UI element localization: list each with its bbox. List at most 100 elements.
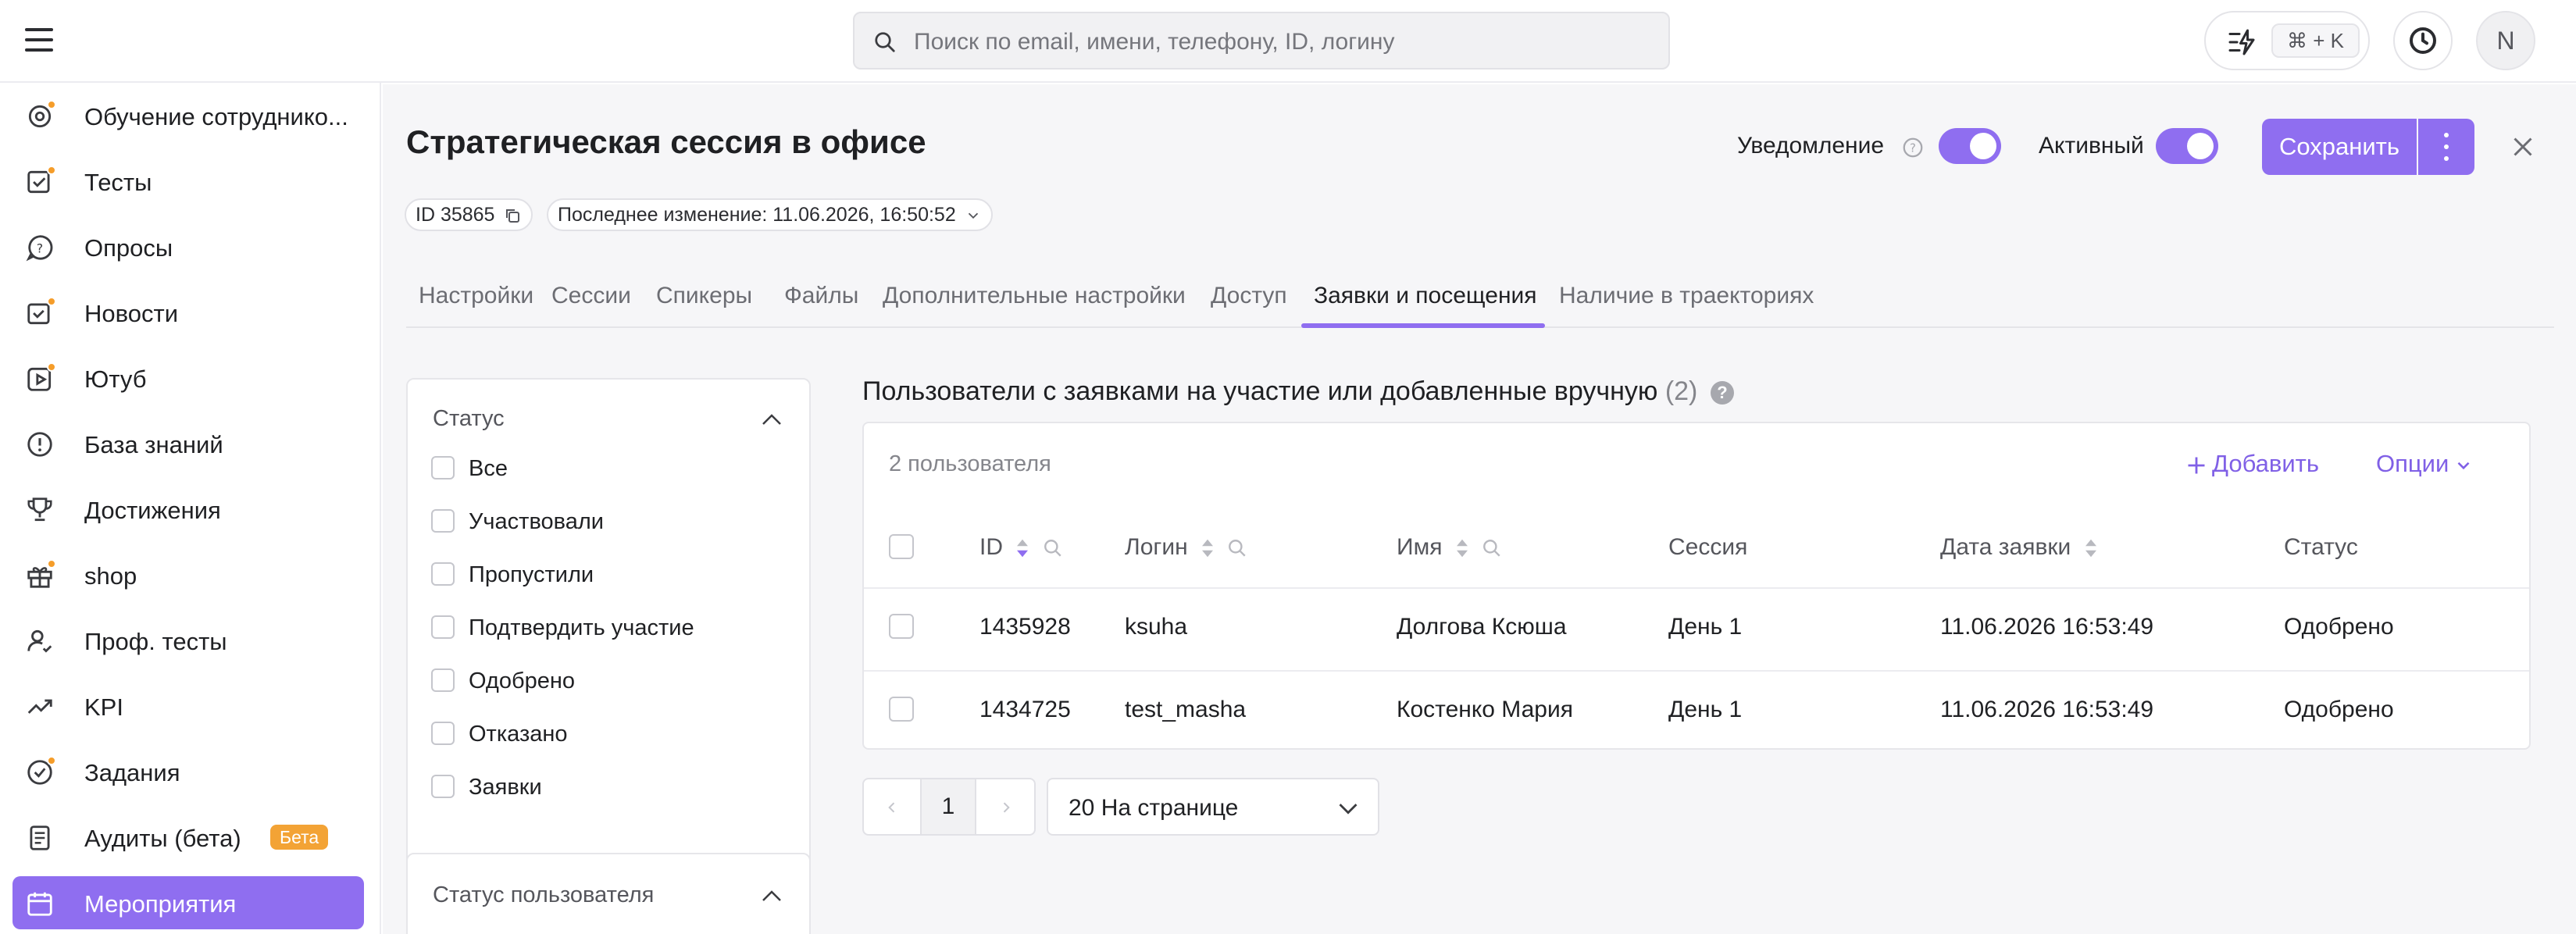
- chevron-down-icon: [968, 212, 978, 219]
- copy-icon[interactable]: [503, 206, 522, 225]
- tab-trajectories[interactable]: Наличие в траекториях: [1559, 283, 1814, 309]
- sort-icon[interactable]: [1455, 537, 1469, 559]
- search-placeholder: Поиск по email, имени, телефону, ID, лог…: [914, 29, 1395, 55]
- notification-dot: [47, 166, 56, 175]
- select-all-checkbox[interactable]: [889, 534, 914, 559]
- more-options-button[interactable]: [2418, 119, 2474, 175]
- tab-access[interactable]: Доступ: [1211, 283, 1287, 309]
- cell-login: ksuha: [1125, 614, 1188, 640]
- sort-active-icon[interactable]: [1015, 537, 1029, 559]
- tab-settings[interactable]: Настройки: [419, 283, 533, 309]
- active-toggle[interactable]: [2156, 128, 2218, 164]
- chevron-down-icon: [2457, 462, 2470, 469]
- column-header-date[interactable]: Дата заявки: [1940, 534, 2098, 561]
- sidebar-item-kpi[interactable]: KPI: [12, 679, 364, 733]
- notification-dot: [47, 100, 56, 109]
- chevron-up-icon[interactable]: [761, 889, 783, 903]
- sidebar-item-surveys[interactable]: ? Опросы: [12, 220, 364, 273]
- search-icon[interactable]: [1482, 538, 1502, 558]
- filter-option-label: Заявки: [469, 775, 542, 800]
- sidebar-item-knowledge-base[interactable]: База знаний: [12, 417, 364, 470]
- close-icon[interactable]: [2509, 133, 2537, 161]
- knowledge-icon: [27, 432, 52, 457]
- per-page-select[interactable]: 20 На странице: [1047, 778, 1379, 836]
- cell-status: Одобрено: [2284, 697, 2394, 722]
- checkbox[interactable]: [431, 615, 455, 639]
- cell-session: День 1: [1668, 697, 1743, 722]
- add-button[interactable]: Добавить: [2185, 450, 2319, 478]
- checkbox[interactable]: [431, 509, 455, 533]
- last-change-label: Последнее изменение: 11.06.2026, 16:50:5…: [558, 204, 956, 226]
- page-title: Стратегическая сессия в офисе: [406, 123, 926, 160]
- sidebar-item-tests[interactable]: Тесты: [12, 155, 364, 208]
- sidebar-item-events[interactable]: Мероприятия: [12, 876, 364, 929]
- users-count: 2 пользователя: [889, 451, 1051, 476]
- search-icon[interactable]: [1043, 538, 1063, 558]
- prev-page-button[interactable]: [864, 779, 920, 834]
- sidebar-item-achievements[interactable]: Достижения: [12, 483, 364, 536]
- id-chip[interactable]: ID 35865: [405, 198, 533, 231]
- command-palette-button[interactable]: ⌘ + K: [2204, 11, 2370, 70]
- search-icon[interactable]: [1227, 538, 1247, 558]
- notification-toggle[interactable]: [1939, 128, 2001, 164]
- help-icon[interactable]: ?: [1711, 381, 1734, 405]
- options-button[interactable]: Опции: [2376, 450, 2474, 478]
- last-change-chip[interactable]: Последнее изменение: 11.06.2026, 16:50:5…: [547, 198, 993, 231]
- column-header-label: Имя: [1397, 534, 1443, 560]
- tab-sessions[interactable]: Сессии: [551, 283, 631, 309]
- tab-bar: Настройки Сессии Спикеры Файлы Дополните…: [406, 280, 2554, 328]
- tab-additional-settings[interactable]: Дополнительные настройки: [883, 283, 1186, 309]
- audit-icon: [30, 825, 50, 850]
- sidebar-item-shop[interactable]: shop: [12, 548, 364, 601]
- sidebar-item-label: Аудиты (бета): [84, 825, 241, 852]
- row-checkbox[interactable]: [889, 697, 914, 722]
- tab-applications[interactable]: Заявки и посещения: [1314, 283, 1537, 309]
- checkbox[interactable]: [431, 456, 455, 479]
- sort-icon[interactable]: [1201, 537, 1215, 559]
- column-header-name[interactable]: Имя: [1397, 534, 1502, 561]
- history-button[interactable]: [2393, 11, 2453, 70]
- page-number[interactable]: 1: [920, 779, 976, 834]
- checkbox[interactable]: [431, 722, 455, 745]
- chevron-up-icon[interactable]: [761, 412, 783, 426]
- checkbox[interactable]: [431, 775, 455, 798]
- sidebar-item-training[interactable]: Обучение сотруднико...: [12, 89, 364, 142]
- column-header-login[interactable]: Логин: [1125, 534, 1247, 561]
- sidebar-item-news[interactable]: Новости: [12, 286, 364, 339]
- filter-option-label: Участвовали: [469, 509, 604, 534]
- sidebar-item-label: shop: [84, 562, 137, 590]
- sidebar-item-label: Задания: [84, 759, 180, 786]
- svg-text:?: ?: [1910, 141, 1916, 155]
- filter-title: Статус пользователя: [433, 882, 655, 907]
- help-icon[interactable]: ?: [1901, 136, 1925, 159]
- sidebar-item-audits[interactable]: Аудиты (бета) Бета: [12, 811, 364, 864]
- top-bar: Поиск по email, имени, телефону, ID, лог…: [0, 0, 2576, 83]
- filter-option-label: Пропустили: [469, 562, 594, 587]
- active-tab-indicator: [1301, 323, 1545, 328]
- filter-option-label: Одобрено: [469, 668, 575, 693]
- sort-icon[interactable]: [2084, 537, 2098, 559]
- options-button-label: Опции: [2376, 450, 2449, 477]
- tab-files[interactable]: Файлы: [784, 283, 858, 309]
- checkbox[interactable]: [431, 668, 455, 692]
- filter-option-label: Все: [469, 456, 508, 481]
- next-page-button[interactable]: [978, 779, 1034, 834]
- tab-speakers[interactable]: Спикеры: [656, 283, 752, 309]
- save-button[interactable]: Сохранить: [2262, 119, 2417, 175]
- per-page-value: 20 На странице: [1069, 795, 1239, 821]
- column-header-id[interactable]: ID: [979, 534, 1063, 561]
- sidebar-item-prof-tests[interactable]: Проф. тесты: [12, 614, 364, 667]
- calendar-icon: [27, 892, 52, 916]
- user-test-icon: [27, 629, 52, 653]
- sidebar-item-label: Обучение сотруднико...: [84, 103, 348, 130]
- menu-icon[interactable]: [25, 28, 53, 52]
- checkbox[interactable]: [431, 562, 455, 586]
- sidebar-item-label: Проф. тесты: [84, 628, 227, 655]
- row-checkbox[interactable]: [889, 614, 914, 639]
- search-input[interactable]: Поиск по email, имени, телефону, ID, лог…: [853, 12, 1670, 70]
- sidebar-item-youtube[interactable]: Ютуб: [12, 351, 364, 405]
- avatar[interactable]: N: [2476, 11, 2535, 70]
- search-icon: [875, 32, 895, 52]
- sidebar-item-tasks[interactable]: Задания: [12, 745, 364, 798]
- sidebar-item-label: База знаний: [84, 431, 223, 458]
